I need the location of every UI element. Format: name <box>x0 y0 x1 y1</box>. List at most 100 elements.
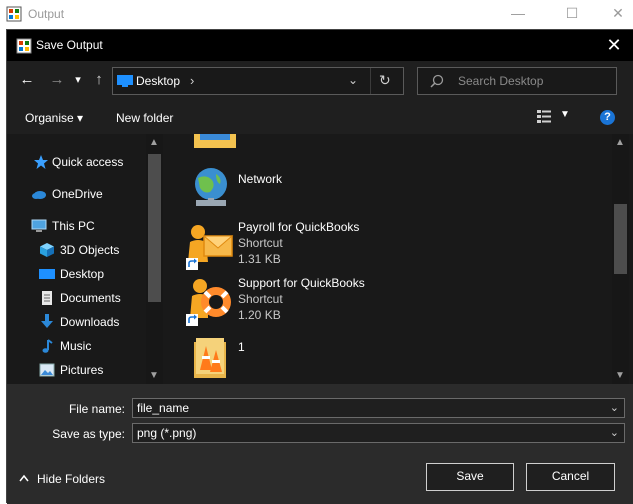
document-icon <box>42 291 52 305</box>
file-name: Network <box>238 172 283 186</box>
folder-partial-icon <box>194 134 236 148</box>
sidebar-item-label: Desktop <box>60 267 105 281</box>
chevron-down-icon[interactable]: ⌄ <box>610 401 619 414</box>
recent-locations-button[interactable]: ▾ <box>71 71 85 91</box>
address-dropdown-icon[interactable]: ⌄ <box>348 73 358 87</box>
dialog-app-icon <box>16 38 32 54</box>
sidebar-scroll-thumb[interactable] <box>148 154 161 302</box>
forward-button[interactable]: → <box>47 71 67 91</box>
sidebar-item-onedrive[interactable]: OneDrive <box>7 182 147 206</box>
close-window-button[interactable]: ✕ <box>595 0 633 29</box>
list-item-support-shortcut[interactable]: Support for QuickBooks Shortcut 1.20 KB <box>186 276 566 328</box>
address-bar[interactable]: Desktop › ⌄ ↻ <box>112 67 404 95</box>
address-chevron-icon[interactable]: › <box>190 73 194 88</box>
sidebar-item-this-pc[interactable]: This PC <box>7 214 147 238</box>
sidebar-item-label: OneDrive <box>52 187 103 201</box>
dialog-titlebar: Save Output ✕ <box>7 30 633 61</box>
search-box[interactable]: Search Desktop <box>417 67 617 95</box>
folder-icon <box>194 338 226 378</box>
desktop-icon <box>117 75 133 87</box>
support-shortcut-icon <box>186 279 231 326</box>
sidebar-scrollbar[interactable]: ▲ ▼ <box>146 134 163 384</box>
file-list-scroll-thumb[interactable] <box>614 204 627 274</box>
save-options-panel: File name: file_name ⌄ Save as type: png… <box>7 384 633 504</box>
back-button[interactable]: ← <box>17 71 37 91</box>
sidebar-item-3d-objects[interactable]: 3D Objects <box>7 238 147 262</box>
search-input[interactable]: Search Desktop <box>458 74 543 88</box>
up-button[interactable]: ↑ <box>89 71 109 91</box>
scroll-down-icon[interactable]: ▼ <box>615 370 625 381</box>
sidebar-item-label: Quick access <box>52 155 124 169</box>
new-folder-button[interactable]: New folder <box>116 111 173 125</box>
cancel-button[interactable]: Cancel <box>526 463 615 491</box>
chevron-down-icon[interactable]: ⌄ <box>610 426 619 439</box>
sidebar-item-documents[interactable]: Documents <box>7 286 147 310</box>
chevron-up-icon <box>19 474 29 482</box>
list-item-folder-1[interactable]: 1 <box>186 332 566 384</box>
file-name: 1 <box>238 340 245 354</box>
file-type: Shortcut <box>238 236 283 250</box>
file-name-field[interactable]: file_name ⌄ <box>132 398 625 418</box>
scroll-up-icon[interactable]: ▲ <box>615 137 625 148</box>
address-location[interactable]: Desktop <box>136 74 180 88</box>
save-type-select[interactable]: png (*.png) ⌄ <box>132 423 625 443</box>
sidebar-item-music[interactable]: Music <box>7 334 147 358</box>
dialog-close-button[interactable]: ✕ <box>594 30 633 61</box>
file-type: Shortcut <box>238 292 283 306</box>
navigation-bar: ← → ▾ ↑ Desktop › ⌄ ↻ Search Desktop <box>7 61 633 102</box>
payroll-shortcut-icon <box>186 225 234 270</box>
sidebar-item-label: Downloads <box>60 315 120 329</box>
file-list-scrollbar[interactable]: ▲ ▼ <box>612 134 629 384</box>
dialog-title: Save Output <box>36 38 103 52</box>
view-options-icon[interactable] <box>537 110 551 125</box>
save-dialog: Save Output ✕ ← → ▾ ↑ Desktop › ⌄ ↻ Sear… <box>6 29 633 504</box>
search-icon <box>430 74 444 88</box>
hide-folders-label: Hide Folders <box>37 472 106 486</box>
computer-icon <box>31 219 47 232</box>
scroll-up-icon[interactable]: ▲ <box>149 137 159 148</box>
view-dropdown-icon[interactable]: ▼ <box>560 109 570 120</box>
sidebar-item-label: Documents <box>60 291 121 305</box>
sidebar-item-label: Pictures <box>60 363 104 377</box>
network-icon <box>195 168 227 206</box>
sidebar-item-label: Music <box>60 339 92 353</box>
save-type-value[interactable]: png (*.png) <box>137 426 196 440</box>
desktop-icon <box>39 269 55 279</box>
sidebar-item-label: This PC <box>52 219 95 233</box>
window-title: Output <box>28 7 65 21</box>
file-size: 1.20 KB <box>238 308 281 322</box>
file-name-value[interactable]: file_name <box>137 401 189 415</box>
help-icon[interactable]: ? <box>600 110 615 125</box>
file-name-label: File name: <box>68 402 125 416</box>
list-item-payroll-shortcut[interactable]: Payroll for QuickBooks Shortcut 1.31 KB <box>186 220 566 272</box>
navigation-pane: Quick access OneDrive This PC 3D Objects… <box>7 134 164 384</box>
sidebar-item-downloads[interactable]: Downloads <box>7 310 147 334</box>
music-icon <box>42 339 53 353</box>
save-type-label: Save as type: <box>52 427 125 441</box>
pictures-icon <box>39 363 55 377</box>
organise-menu[interactable]: Organise ▾ <box>25 111 83 125</box>
app-icon <box>6 6 22 22</box>
download-icon <box>41 314 53 328</box>
command-toolbar: Organise ▾ New folder ▼ ? <box>7 102 633 134</box>
address-divider <box>370 68 371 94</box>
star-icon <box>34 155 48 169</box>
file-size: 1.31 KB <box>238 252 281 266</box>
list-item-network[interactable]: Network <box>186 164 566 216</box>
sidebar-item-label: 3D Objects <box>60 243 120 257</box>
save-button[interactable]: Save <box>426 463 514 491</box>
sidebar-item-desktop[interactable]: Desktop <box>7 262 147 286</box>
file-list: Network Payroll for QuickBooks Shortcut … <box>164 134 633 384</box>
refresh-button[interactable]: ↻ <box>379 72 391 89</box>
cloud-icon <box>32 191 46 199</box>
content-area: Quick access OneDrive This PC 3D Objects… <box>7 134 633 384</box>
scroll-down-icon[interactable]: ▼ <box>149 370 159 381</box>
maximize-button[interactable]: ☐ <box>549 0 595 29</box>
cube-icon <box>40 243 54 257</box>
sidebar-item-pictures[interactable]: Pictures <box>7 358 147 382</box>
file-name: Payroll for QuickBooks <box>238 220 360 234</box>
minimize-button[interactable]: — <box>495 0 541 29</box>
sidebar-item-quick-access[interactable]: Quick access <box>7 150 147 174</box>
file-name: Support for QuickBooks <box>238 276 365 290</box>
outer-titlebar: Output — ☐ ✕ <box>0 0 633 29</box>
